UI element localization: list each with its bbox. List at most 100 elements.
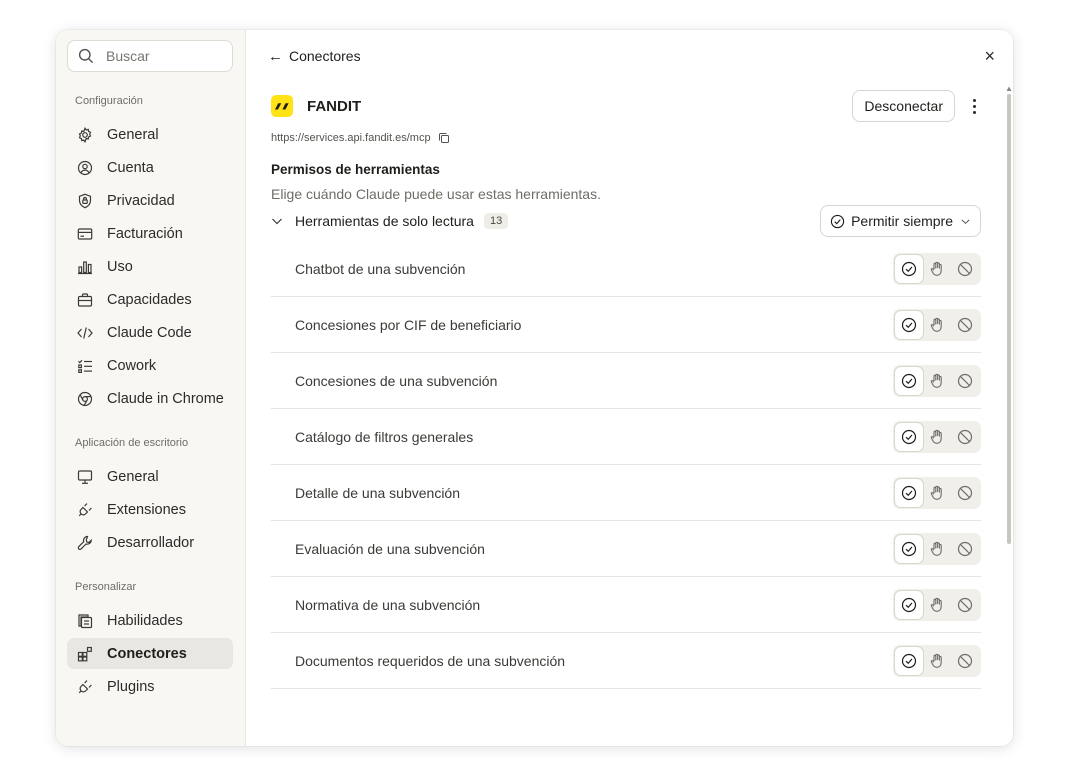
- tool-name: Catálogo de filtros generales: [295, 428, 474, 445]
- block-button[interactable]: [951, 479, 979, 507]
- permissions-title: Permisos de herramientas: [271, 162, 440, 177]
- sidebar-item-label: Cowork: [107, 357, 157, 374]
- briefcase-icon: [76, 291, 93, 308]
- sidebar-item-capacidades[interactable]: Capacidades: [67, 284, 233, 315]
- sidebar-item-label: Desarrollador: [107, 534, 195, 551]
- monitor-icon: [76, 468, 93, 485]
- sidebar-item-label: Extensiones: [107, 501, 186, 518]
- allow-always-button[interactable]: [895, 590, 923, 619]
- table-row: Catálogo de filtros generales: [271, 409, 981, 465]
- sidebar-item-label: Claude Code: [107, 324, 192, 341]
- block-icon: [957, 261, 973, 276]
- section-title-aplicacion: Aplicación de escritorio: [75, 437, 189, 449]
- connector-actions: Desconectar: [852, 90, 981, 122]
- code-icon: [76, 324, 93, 341]
- allow-always-button[interactable]: [895, 646, 923, 675]
- table-row: Detalle de una subvención: [271, 465, 981, 521]
- search-input[interactable]: [106, 48, 226, 64]
- block-button[interactable]: [951, 311, 979, 339]
- allow-always-button[interactable]: [895, 478, 923, 507]
- allow-always-button[interactable]: [895, 422, 923, 451]
- back-label: Conectores: [289, 48, 361, 64]
- allow-always-button[interactable]: [895, 366, 923, 395]
- scrollbar-thumb[interactable]: [1007, 94, 1011, 544]
- hand-icon: [930, 653, 942, 668]
- ask-permission-button[interactable]: [923, 647, 951, 675]
- sidebar-item-plugins[interactable]: Plugins: [67, 671, 233, 702]
- ask-permission-button[interactable]: [923, 311, 951, 339]
- hand-icon: [930, 541, 942, 556]
- plug-icon: [76, 501, 93, 518]
- sidebar-item-claude-code[interactable]: Claude Code: [67, 317, 233, 348]
- block-icon: [957, 597, 973, 612]
- allow-always-button[interactable]: [895, 254, 923, 283]
- ask-permission-button[interactable]: [923, 423, 951, 451]
- block-button[interactable]: [951, 591, 979, 619]
- connectors-icon: [76, 645, 93, 662]
- gear-icon: [76, 126, 93, 143]
- sidebar-item-label: General: [107, 126, 159, 143]
- sidebar-item-uso[interactable]: Uso: [67, 251, 233, 282]
- block-icon: [957, 485, 973, 500]
- check-circle-icon: [901, 541, 917, 556]
- tool-name: Concesiones por CIF de beneficiario: [295, 316, 522, 333]
- ask-permission-button[interactable]: [923, 367, 951, 395]
- search-box[interactable]: [67, 40, 233, 72]
- sidebar-item-cuenta[interactable]: Cuenta: [67, 152, 233, 183]
- topbar: ← Conectores ×: [246, 30, 1013, 82]
- tool-name: Concesiones de una subvención: [295, 372, 498, 389]
- sidebar-item-habilidades[interactable]: Habilidades: [67, 605, 233, 636]
- tool-permission-toggle: [893, 364, 981, 397]
- more-options-icon[interactable]: [967, 98, 981, 114]
- copy-icon[interactable]: [438, 132, 450, 144]
- group-policy-select[interactable]: Permitir siempre: [820, 205, 981, 237]
- sidebar-item-label: Plugins: [107, 678, 155, 695]
- sidebar-item-cowork[interactable]: Cowork: [67, 350, 233, 381]
- sidebar-item-label: Facturación: [107, 225, 183, 242]
- sidebar-item-conectores[interactable]: Conectores: [67, 638, 233, 669]
- sidebar-item-facturacion[interactable]: Facturación: [67, 218, 233, 249]
- allow-always-button[interactable]: [895, 310, 923, 339]
- tool-permission-toggle: [893, 644, 981, 677]
- connector-url-row: https://services.api.fandit.es/mcp: [271, 128, 981, 148]
- close-button[interactable]: ×: [984, 47, 995, 65]
- chrome-icon: [76, 390, 93, 407]
- block-icon: [957, 429, 973, 444]
- sidebar-item-desktop-general[interactable]: General: [67, 461, 233, 492]
- search-icon: [78, 48, 94, 64]
- block-button[interactable]: [951, 367, 979, 395]
- check-circle-icon: [901, 317, 917, 332]
- hand-icon: [930, 429, 942, 444]
- block-button[interactable]: [951, 255, 979, 283]
- group-policy-label: Permitir siempre: [851, 213, 953, 229]
- disconnect-button[interactable]: Desconectar: [852, 90, 955, 122]
- block-button[interactable]: [951, 535, 979, 563]
- ask-permission-button[interactable]: [923, 479, 951, 507]
- block-button[interactable]: [951, 423, 979, 451]
- sidebar-item-claude-in-chrome[interactable]: Claude in Chrome: [67, 383, 233, 414]
- sidebar-item-general[interactable]: General: [67, 119, 233, 150]
- tool-permission-toggle: [893, 420, 981, 453]
- allow-always-button[interactable]: [895, 534, 923, 563]
- ask-permission-button[interactable]: [923, 591, 951, 619]
- tool-count-badge: 13: [483, 213, 509, 229]
- ask-permission-button[interactable]: [923, 535, 951, 563]
- tools-list: Chatbot de una subvención Concesiones po…: [271, 241, 981, 689]
- ask-permission-button[interactable]: [923, 255, 951, 283]
- check-circle-icon: [901, 597, 917, 612]
- sidebar-item-label: Habilidades: [107, 612, 183, 629]
- tool-group-toggle[interactable]: Herramientas de solo lectura 13: [271, 213, 509, 229]
- tool-permission-toggle: [893, 308, 981, 341]
- back-button[interactable]: ← Conectores: [268, 48, 361, 65]
- scroll-up-arrow-icon[interactable]: [1006, 86, 1012, 92]
- table-row: Concesiones de una subvención: [271, 353, 981, 409]
- block-button[interactable]: [951, 647, 979, 675]
- sidebar-item-privacidad[interactable]: Privacidad: [67, 185, 233, 216]
- tool-permission-toggle: [893, 476, 981, 509]
- sidebar-item-label: Cuenta: [107, 159, 154, 176]
- tool-permission-toggle: [893, 532, 981, 565]
- sidebar-item-extensiones[interactable]: Extensiones: [67, 494, 233, 525]
- sidebar-item-desarrollador[interactable]: Desarrollador: [67, 527, 233, 558]
- tool-permission-toggle: [893, 252, 981, 285]
- section-title-personalizar: Personalizar: [75, 581, 137, 593]
